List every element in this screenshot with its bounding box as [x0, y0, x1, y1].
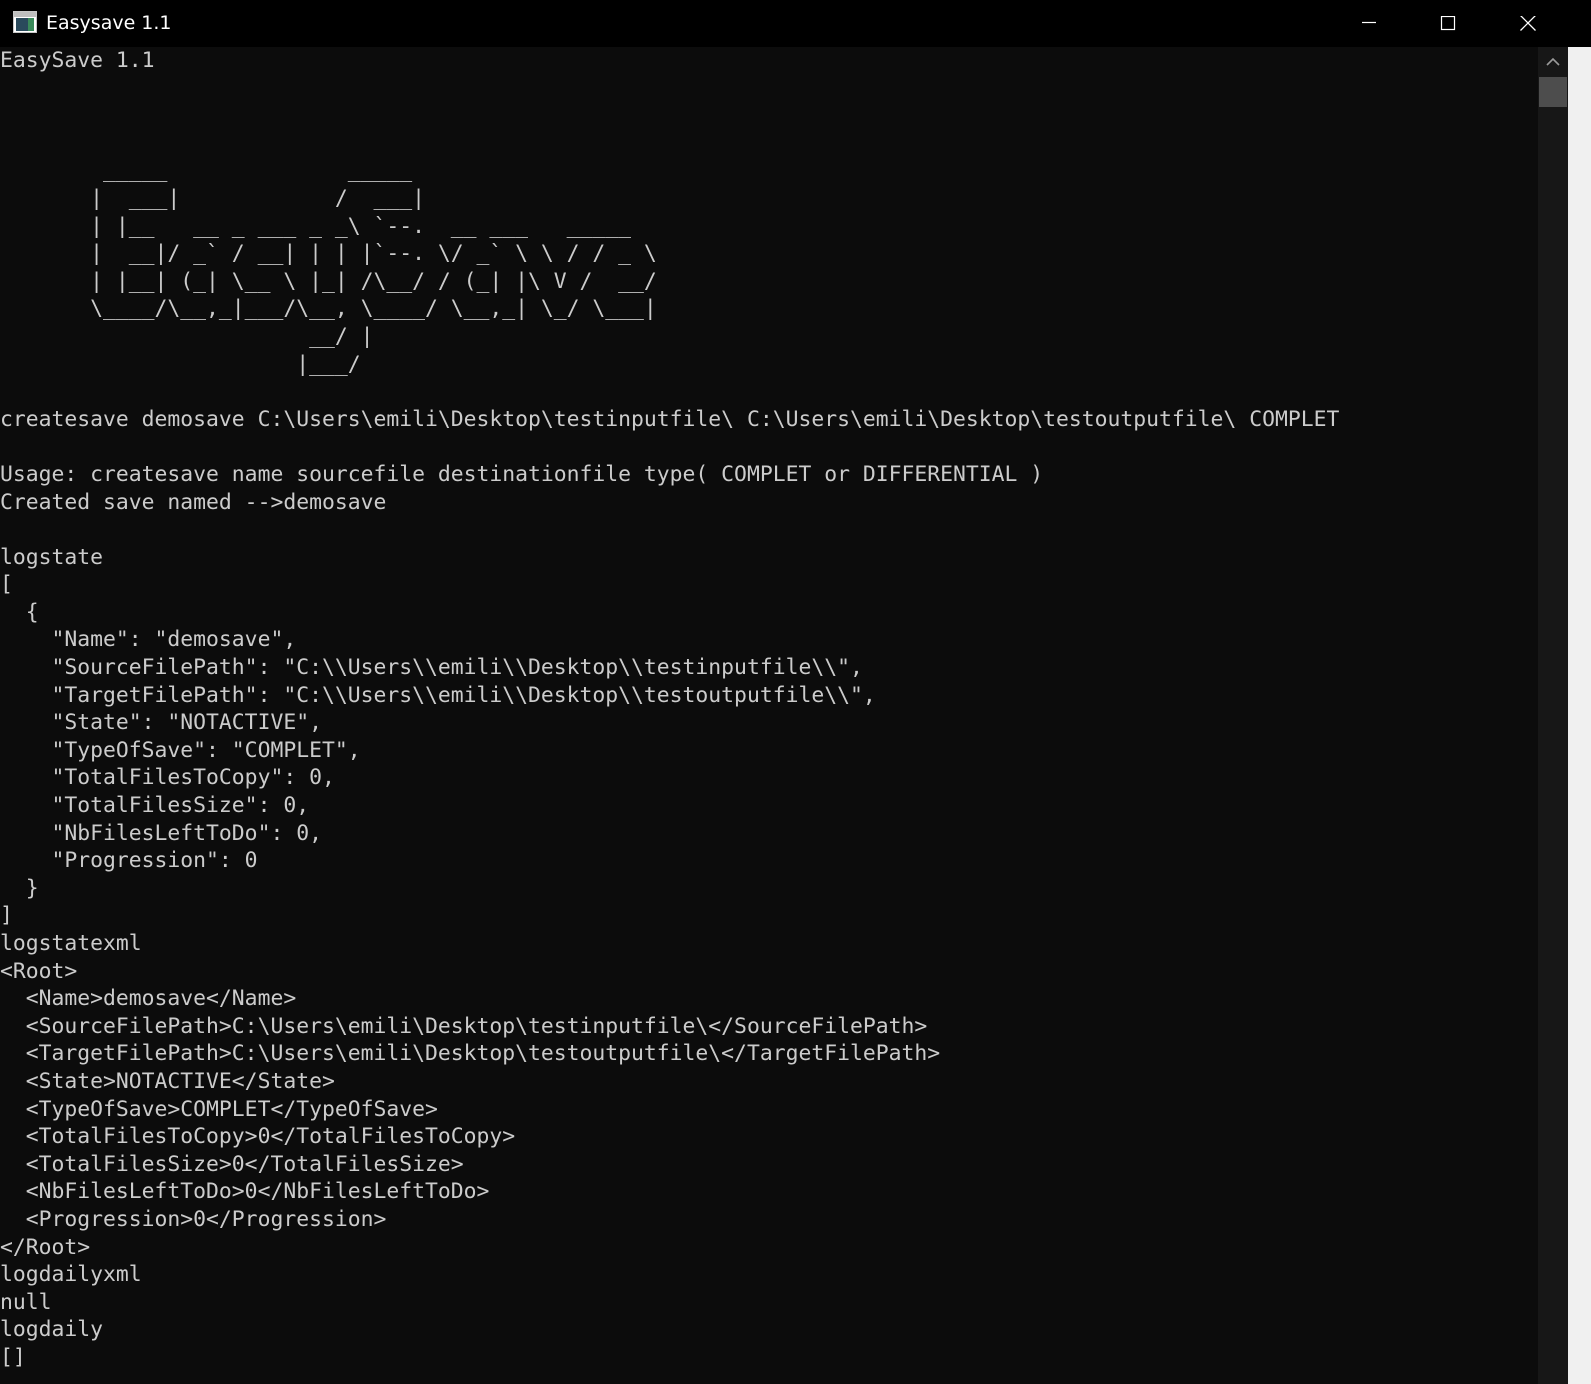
window-title: Easysave 1.1 — [46, 12, 172, 34]
console-line: "SourceFilePath": "C:\\Users\\emili\\Des… — [0, 655, 863, 681]
console-line: \____/\__,_|___/\__, \____/ \__,_| \_/ \… — [0, 296, 657, 322]
window-edge — [1568, 47, 1591, 1384]
console-line: <NbFilesLeftToDo>0</NbFilesLeftToDo> — [0, 1179, 490, 1205]
console-line: Usage: createsave name sourcefile destin… — [0, 461, 1044, 487]
console-line: logdailyxml — [0, 1262, 142, 1288]
console-line: <TypeOfSave>COMPLET</TypeOfSave> — [0, 1096, 438, 1122]
console-line: <TargetFilePath>C:\Users\emili\Desktop\t… — [0, 1041, 941, 1067]
console-line: { — [0, 599, 39, 625]
minimize-button[interactable] — [1329, 0, 1409, 47]
console-line: <TotalFilesToCopy>0</TotalFilesToCopy> — [0, 1124, 516, 1150]
console-line: [] — [0, 1344, 26, 1370]
console-line: <SourceFilePath>C:\Users\emili\Desktop\t… — [0, 1013, 928, 1039]
minimize-icon — [1362, 21, 1376, 24]
console-line: "TotalFilesToCopy": 0, — [0, 765, 335, 791]
console-line: <TotalFilesSize>0</TotalFilesSize> — [0, 1151, 464, 1177]
console-line: EasySave 1.1 — [0, 48, 155, 73]
console-line: _____ _____ — [0, 158, 413, 184]
console-line: "TypeOfSave": "COMPLET", — [0, 737, 361, 763]
console-line: null — [0, 1289, 52, 1315]
console-line: logstatexml — [0, 931, 142, 956]
console-line: | |__| (_| \__ \ |_| /\__/ / (_| |\ V / … — [0, 268, 657, 294]
console-line: |___/ — [0, 351, 361, 377]
console-line: "TargetFilePath": "C:\\Users\\emili\\Des… — [0, 682, 876, 708]
console-line: <State>NOTACTIVE</State> — [0, 1068, 335, 1094]
maximize-icon — [1440, 16, 1456, 31]
console-line: ] — [0, 903, 13, 929]
close-button[interactable] — [1488, 0, 1568, 47]
console-line: "NbFilesLeftToDo": 0, — [0, 820, 322, 846]
console-line: logstate — [0, 544, 104, 570]
maximize-button[interactable] — [1408, 0, 1488, 47]
console-line: | |__ __ _ ___ _ _\ `--. __ ___ _____ — [0, 213, 632, 239]
console-line: [ — [0, 572, 13, 598]
console-line: <Progression>0</Progression> — [0, 1206, 387, 1232]
close-icon — [1520, 16, 1536, 31]
scroll-thumb[interactable] — [1539, 77, 1567, 107]
console-line: Created save named -->demosave — [0, 489, 387, 515]
console-line: logdaily — [0, 1317, 104, 1343]
console-line: createsave demosave C:\Users\emili\Deskt… — [0, 406, 1340, 432]
console-line: | __|/ _` / __| | | |`--. \/ _` \ \ / / … — [0, 241, 657, 267]
console-line: } — [0, 875, 39, 901]
console-line: <Root> — [0, 958, 78, 984]
console-line: | ___| / ___| — [0, 185, 425, 211]
vertical-scrollbar[interactable] — [1538, 47, 1568, 1384]
console-line: "Progression": 0 — [0, 848, 258, 874]
scroll-up-button[interactable] — [1538, 47, 1568, 75]
title-bar[interactable]: Easysave 1.1 — [0, 0, 1591, 47]
console-line: "State": "NOTACTIVE", — [0, 710, 322, 736]
console-line: "TotalFilesSize": 0, — [0, 793, 310, 819]
console-text: EasySave 1.1 _____ _____ | ___| / ___| |… — [0, 47, 1339, 1372]
console-line: </Root> — [0, 1234, 91, 1260]
scroll-up-arrow-icon — [1546, 57, 1560, 66]
console-window: Easysave 1.1 EasySave 1.1 _____ _____ | … — [0, 0, 1591, 1384]
console-output[interactable]: EasySave 1.1 _____ _____ | ___| / ___| |… — [0, 47, 1538, 1384]
console-line: __/ | — [0, 323, 374, 349]
console-line: "Name": "demosave", — [0, 627, 297, 653]
console-app-icon[interactable] — [13, 11, 37, 33]
console-line: <Name>demosave</Name> — [0, 986, 297, 1012]
